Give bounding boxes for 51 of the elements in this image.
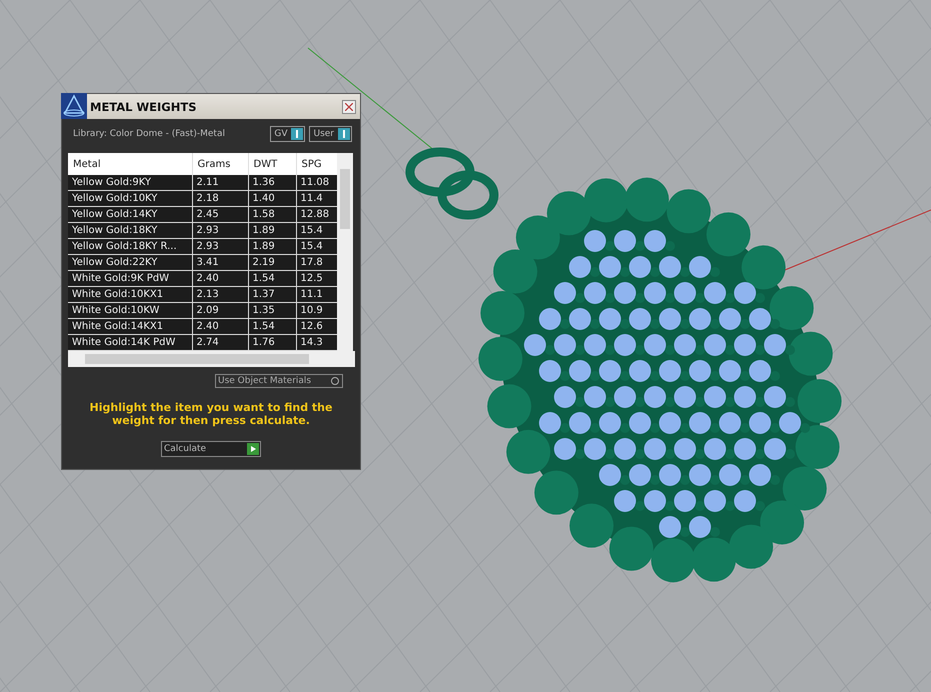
table-cell: 1.54: [248, 318, 296, 334]
table-cell: 3.41: [192, 254, 248, 270]
column-header[interactable]: DWT: [248, 153, 296, 175]
table-cell: 2.93: [192, 222, 248, 238]
toggle[interactable]: GV: [270, 126, 306, 142]
table-cell: White Gold:9K PdW: [68, 270, 192, 286]
table-cell: 1.54: [248, 270, 296, 286]
table-cell: 1.35: [248, 302, 296, 318]
use-object-materials-option[interactable]: Use Object Materials: [215, 374, 343, 388]
table-cell: Yellow Gold:18KY R...: [68, 238, 192, 254]
horizontal-scrollbar[interactable]: [68, 351, 355, 367]
table-cell: 1.58: [248, 206, 296, 222]
table-cell: 2.18: [192, 190, 248, 206]
table-cell: 1.40: [248, 190, 296, 206]
table-cell: White Gold:14KX1: [68, 318, 192, 334]
table-cell: 2.40: [192, 318, 248, 334]
library-label: Library: Color Dome - (Fast)-Metal: [73, 129, 226, 139]
option-label: Use Object Materials: [218, 376, 312, 386]
table-cell: 2.93: [192, 238, 248, 254]
table-cell: Yellow Gold:10KY: [68, 190, 192, 206]
table-cell: 11.08: [296, 175, 339, 190]
table-cell: 1.89: [248, 222, 296, 238]
table-cell: 2.45: [192, 206, 248, 222]
table-cell: Yellow Gold:14KY: [68, 206, 192, 222]
table-cell: 1.36: [248, 175, 296, 190]
table-cell: 2.74: [192, 334, 248, 350]
table-cell: 1.76: [248, 334, 296, 350]
window-title: METAL WEIGHTS: [90, 100, 198, 114]
column-header[interactable]: SPG: [296, 153, 339, 175]
column-header[interactable]: Grams: [192, 153, 248, 175]
close-icon: [345, 102, 353, 110]
close-button[interactable]: [342, 100, 356, 114]
table-cell: Yellow Gold:22KY: [68, 254, 192, 270]
table-cell: White Gold:10KW: [68, 302, 192, 318]
pyramid-logo-icon: [61, 92, 87, 118]
toggle[interactable]: User: [309, 126, 352, 142]
table-cell: Yellow Gold:9KY: [68, 175, 192, 190]
table-cell: White Gold:10KX1: [68, 286, 192, 302]
table-cell: Yellow Gold:18KY: [68, 222, 192, 238]
table-cell: 1.37: [248, 286, 296, 302]
instruction-text: Highlight the item you want to find the weight for then press calculate.: [88, 401, 334, 427]
vertical-scrollbar[interactable]: [337, 153, 353, 351]
table-cell: 2.09: [192, 302, 248, 318]
table-cell: 2.40: [192, 270, 248, 286]
table-cell: White Gold:14K PdW: [68, 334, 192, 350]
table-cell: 2.19: [248, 254, 296, 270]
table-cell: 1.89: [248, 238, 296, 254]
table-cell: 2.13: [192, 286, 248, 302]
column-header[interactable]: Metal: [68, 153, 192, 175]
table-cell: 2.11: [192, 175, 248, 190]
calculate-button[interactable]: Calculate: [161, 441, 261, 457]
